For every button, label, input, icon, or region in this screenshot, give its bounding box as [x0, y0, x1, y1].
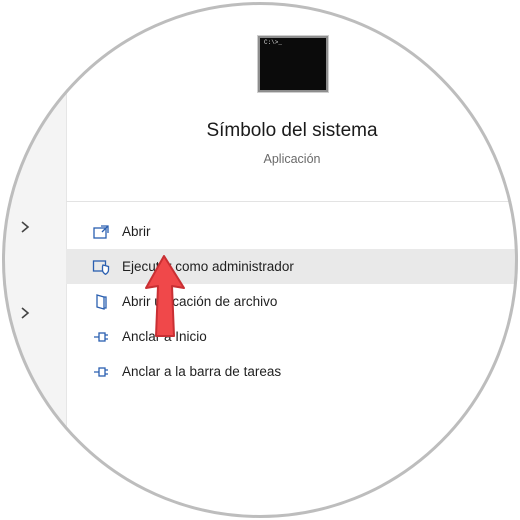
chevron-right-icon[interactable] [18, 306, 32, 320]
menu-item-label: Abrir [122, 224, 151, 239]
command-prompt-icon: C:\>_ [258, 36, 328, 92]
folder-location-icon [96, 294, 107, 310]
open-window-icon [93, 225, 109, 239]
menu-item-pin-to-start[interactable]: Anclar a Inicio [66, 319, 518, 354]
start-menu-context-panel: C:\>_ Símbolo del sistema Aplicación Abr… [0, 0, 520, 520]
menu-item-run-as-admin[interactable]: Ejecutar como administrador [66, 249, 518, 284]
menu-item-label: Anclar a la barra de tareas [122, 364, 282, 379]
app-header: C:\>_ Símbolo del sistema Aplicación [66, 2, 518, 202]
menu-item-open[interactable]: Abrir [66, 214, 518, 249]
pin-icon [94, 367, 108, 377]
admin-shield-icon [92, 260, 110, 276]
magnified-view: C:\>_ Símbolo del sistema Aplicación Abr… [2, 2, 518, 518]
context-menu: Abrir Ejecutar como administrador Abrir … [66, 214, 518, 389]
chevron-right-icon[interactable] [18, 220, 32, 234]
app-subtitle: Aplicación [263, 152, 321, 166]
tile-prompt-text: C:\>_ [264, 39, 283, 46]
divider [66, 201, 518, 202]
pin-icon [94, 332, 108, 342]
app-title: Símbolo del sistema [206, 120, 378, 141]
left-navigation-rail [2, 2, 67, 518]
menu-item-pin-to-taskbar[interactable]: Anclar a la barra de tareas [66, 354, 518, 389]
menu-item-open-file-location[interactable]: Abrir ubicación de archivo [66, 284, 518, 319]
pointer-arrow-icon [145, 255, 185, 337]
